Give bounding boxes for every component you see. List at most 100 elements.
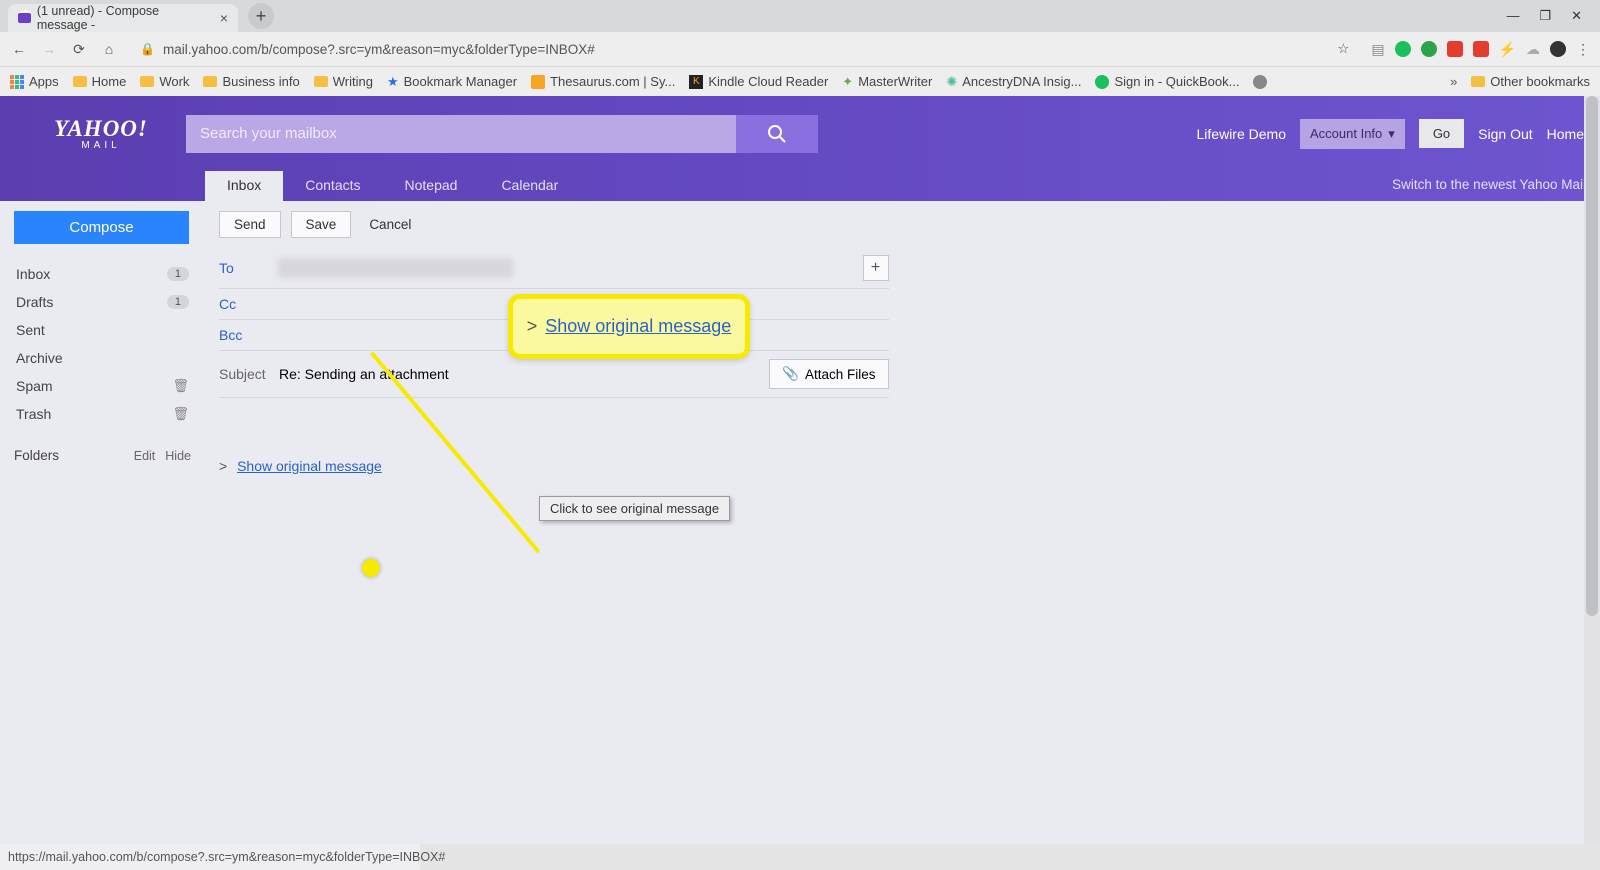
trash-icon[interactable]: 🗑 [172, 378, 189, 394]
vertical-scrollbar[interactable] [1584, 96, 1600, 844]
attach-files-button[interactable]: 📎 Attach Files [769, 359, 888, 389]
bookmark-item[interactable]: Thesaurus.com | Sy... [531, 74, 675, 89]
bookmark-item[interactable]: Business info [203, 74, 299, 89]
site-icon: K [689, 75, 703, 89]
search-input[interactable] [186, 115, 736, 153]
ext-icon[interactable]: ☁ [1526, 41, 1540, 58]
tooltip: Click to see original message [539, 496, 730, 521]
sidebar-item-archive[interactable]: Archive [14, 344, 191, 372]
folder-icon [314, 76, 328, 87]
mail-tabs: Inbox Contacts Notepad Calendar Switch t… [0, 171, 1600, 201]
switch-mail-link[interactable]: Switch to the newest Yahoo Mail [1378, 171, 1600, 201]
to-field-row: To + [219, 248, 889, 289]
save-button[interactable]: Save [291, 211, 352, 238]
status-bar: https://mail.yahoo.com/b/compose?.src=ym… [0, 844, 420, 870]
yahoo-logo[interactable]: YAHOO! MAIL [16, 116, 186, 151]
bookmark-item[interactable] [1253, 75, 1267, 89]
send-button[interactable]: Send [219, 211, 281, 238]
reload-icon[interactable]: ⟳ [70, 41, 88, 58]
tab-calendar[interactable]: Calendar [479, 171, 580, 201]
globe-icon [1253, 75, 1267, 89]
bookmark-item[interactable]: Home [73, 74, 127, 89]
bookmark-overflow-icon[interactable]: » [1450, 74, 1457, 89]
annotation-callout: >Show original message [508, 294, 750, 359]
compose-body[interactable]: > Show original message Click to see ori… [205, 398, 903, 474]
hide-folders-link[interactable]: Hide [165, 449, 191, 463]
browser-tab[interactable]: (1 unread) - Compose message - × [8, 4, 238, 32]
account-info-dropdown[interactable]: Account Info ▾ [1300, 119, 1405, 149]
search-icon [767, 124, 787, 144]
compose-button[interactable]: Compose [14, 211, 189, 244]
minimize-icon[interactable]: — [1506, 8, 1519, 24]
tab-contacts[interactable]: Contacts [283, 171, 382, 201]
lock-icon: 🔒 [140, 42, 155, 56]
sidebar-item-sent[interactable]: Sent [14, 316, 191, 344]
bcc-label: Bcc [219, 327, 274, 343]
subject-input[interactable]: Re: Sending an attachment [279, 366, 449, 382]
maximize-icon[interactable]: ❐ [1539, 8, 1551, 24]
chrome-menu-icon[interactable]: ⋮ [1576, 41, 1590, 58]
bookmark-item[interactable]: ✦MasterWriter [842, 74, 932, 90]
folder-icon [203, 76, 217, 87]
ext-icon[interactable] [1447, 41, 1463, 57]
yahoo-mail-header: YAHOO! MAIL Lifewire Demo Account Info ▾… [0, 96, 1600, 171]
cc-label: Cc [219, 296, 274, 312]
ext-icon[interactable]: ▤ [1371, 41, 1384, 58]
folder-icon [73, 76, 87, 87]
apps-shortcut[interactable]: Apps [10, 74, 59, 89]
home-icon[interactable]: ⌂ [100, 41, 118, 57]
to-label: To [219, 260, 274, 276]
bookmark-item[interactable]: ★Bookmark Manager [387, 74, 517, 90]
back-icon[interactable]: ← [10, 41, 28, 57]
site-icon [1095, 75, 1109, 89]
browser-address-bar: ← → ⟳ ⌂ 🔒 mail.yahoo.com/b/compose?.src=… [0, 32, 1600, 66]
forward-icon[interactable]: → [40, 41, 58, 57]
bookmark-item[interactable]: KKindle Cloud Reader [689, 74, 828, 89]
ext-icon[interactable] [1473, 41, 1489, 57]
window-controls: — ❐ ✕ [1506, 8, 1600, 24]
edit-folders-link[interactable]: Edit [134, 449, 156, 463]
sidebar: Compose Inbox1 Drafts1 Sent Archive Spam… [0, 201, 205, 844]
sidebar-item-trash[interactable]: Trash🗑 [14, 400, 191, 428]
other-bookmarks[interactable]: Other bookmarks [1471, 74, 1590, 89]
cancel-link[interactable]: Cancel [361, 212, 419, 237]
paperclip-icon: 📎 [782, 366, 799, 382]
ext-icon[interactable] [1395, 41, 1411, 57]
sidebar-item-drafts[interactable]: Drafts1 [14, 288, 191, 316]
bookmark-item[interactable]: ✺AncestryDNA Insig... [946, 74, 1081, 90]
tab-title: (1 unread) - Compose message - [37, 4, 206, 32]
folders-label: Folders [14, 448, 59, 463]
add-recipient-button[interactable]: + [863, 255, 889, 281]
browser-tab-strip: (1 unread) - Compose message - × + — ❐ ✕ [0, 0, 1600, 32]
sidebar-item-spam[interactable]: Spam🗑 [14, 372, 191, 400]
home-link[interactable]: Home [1547, 126, 1584, 142]
tab-notepad[interactable]: Notepad [383, 171, 480, 201]
tab-inbox[interactable]: Inbox [205, 171, 283, 201]
star-icon[interactable]: ☆ [1337, 41, 1349, 57]
ext-icon[interactable] [1421, 41, 1437, 57]
bookmark-item[interactable]: Writing [314, 74, 373, 89]
profile-avatar[interactable] [1550, 41, 1566, 57]
close-tab-icon[interactable]: × [220, 10, 228, 26]
apps-icon [10, 75, 24, 89]
site-icon: ✺ [946, 74, 957, 90]
extensions: ▤ ⚡ ☁ ⋮ [1371, 41, 1590, 58]
sidebar-item-inbox[interactable]: Inbox1 [14, 260, 191, 288]
url-input[interactable]: 🔒 mail.yahoo.com/b/compose?.src=ym&reaso… [130, 37, 1359, 61]
quote-marker: > [219, 458, 227, 474]
ext-icon[interactable]: ⚡ [1499, 41, 1516, 58]
site-icon: ✦ [842, 74, 853, 90]
trash-icon[interactable]: 🗑 [172, 406, 189, 422]
go-button[interactable]: Go [1419, 119, 1464, 148]
user-name: Lifewire Demo [1197, 126, 1286, 142]
folder-icon [1471, 76, 1485, 87]
bookmark-item[interactable]: Sign in - QuickBook... [1095, 74, 1239, 89]
new-tab-button[interactable]: + [248, 3, 274, 29]
bookmark-item[interactable]: Work [140, 74, 189, 89]
search-button[interactable] [736, 115, 818, 153]
to-recipient-redacted[interactable] [278, 258, 513, 278]
sign-out-link[interactable]: Sign Out [1478, 126, 1532, 142]
show-original-message-link[interactable]: Show original message [237, 458, 382, 474]
url-text: mail.yahoo.com/b/compose?.src=ym&reason=… [163, 42, 595, 57]
close-window-icon[interactable]: ✕ [1571, 8, 1582, 24]
